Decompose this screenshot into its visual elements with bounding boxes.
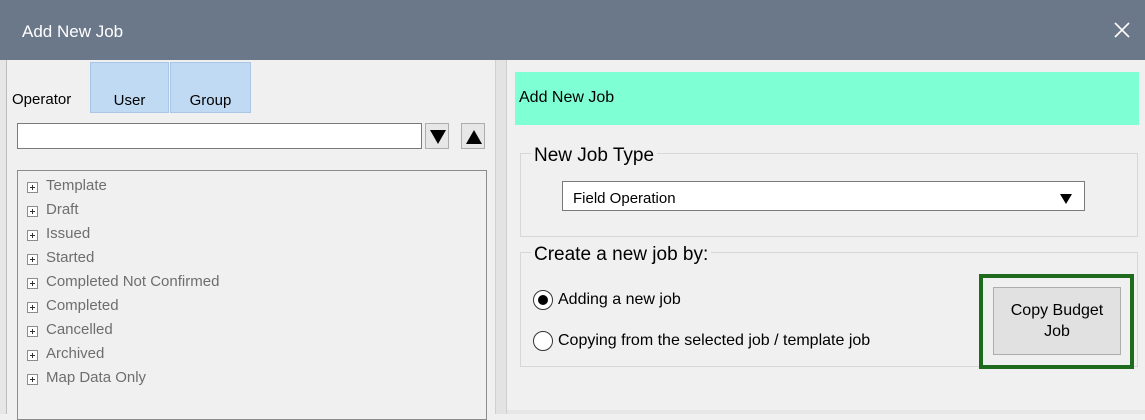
tree-expand-icon[interactable] [27,180,38,193]
copy-budget-job-button[interactable]: Copy Budget Job [993,287,1121,355]
tree-item-label: Template [46,177,107,194]
job-type-title: New Job Type [531,145,658,167]
radio-label: Adding a new job [558,291,681,308]
tree-expand-icon[interactable] [27,300,38,313]
job-type-select[interactable]: Field Operation [562,181,1085,211]
tree-item-label: Issued [46,225,91,242]
tree-item-label: Map Data Only [46,369,147,386]
tab-user[interactable]: User [90,62,169,113]
tree-item-label: Draft [46,201,79,218]
tree-item-label: Archived [46,345,105,362]
tree-expand-icon[interactable] [27,252,38,265]
filter-input[interactable] [17,123,422,149]
panel-splitter[interactable] [495,60,507,414]
move-down-button[interactable] [425,123,449,149]
copy-budget-label-line1: Copy Budget [1010,302,1104,319]
tree-item-label: Completed [46,297,119,314]
copy-budget-label-line2: Job [1044,323,1070,340]
tree-expand-icon[interactable] [27,372,38,385]
tree-expand-icon[interactable] [27,228,38,241]
close-icon[interactable] [1109,17,1135,43]
tree-expand-icon[interactable] [27,348,38,361]
add-new-job-dialog: Add New Job Operator User Group Template [0,0,1145,420]
section-header: Add New Job [515,72,1139,125]
title-bar: Add New Job [0,0,1145,60]
tree-item-label: Completed Not Confirmed [46,273,220,290]
tree-item-label: Started [46,249,95,266]
tab-group[interactable]: Group [170,62,251,113]
window-title: Add New Job [22,22,124,41]
job-type-value: Field Operation [573,190,676,207]
copy-budget-highlight: Copy Budget Job [979,274,1134,369]
left-panel: Operator User Group Template Draft Issue… [7,60,495,420]
bottom-edge [507,410,1145,414]
dropdown-arrow-icon [1060,191,1072,209]
create-job-title: Create a new job by: [531,244,712,266]
tree-expand-icon[interactable] [27,276,38,289]
tree-expand-icon[interactable] [27,204,38,217]
job-status-tree[interactable]: Template Draft Issued Started Completed … [17,170,487,420]
section-header-label: Add New Job [519,89,615,106]
tree-expand-icon[interactable] [27,324,38,337]
radio-label: Copying from the selected job / template… [558,332,871,349]
radio-icon [533,331,553,351]
left-edge [0,60,7,414]
tab-operator[interactable]: Operator [12,91,71,108]
move-up-button[interactable] [461,123,485,149]
radio-icon [533,290,553,310]
right-panel: Add New Job New Job Type Field Operation… [507,60,1145,414]
tree-item-label: Cancelled [46,321,113,338]
